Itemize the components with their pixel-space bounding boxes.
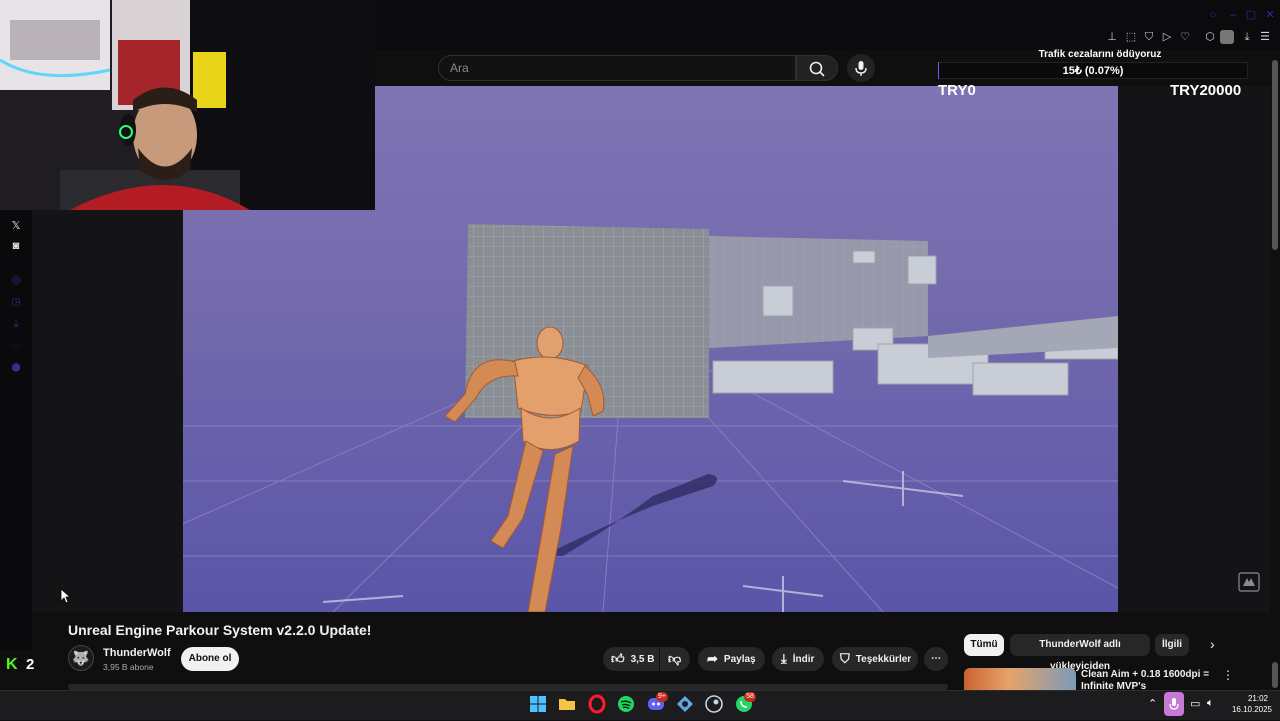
microphone-icon [855, 61, 867, 76]
webcam-overlay [0, 0, 375, 210]
search-icon[interactable]: ○ [1206, 8, 1220, 22]
streamer-camera [0, 0, 375, 210]
search-button[interactable] [796, 55, 838, 81]
share-button[interactable]: ➦ Paylaş [698, 647, 765, 671]
clock-time[interactable]: 21:02 [1238, 694, 1278, 703]
windows-icon[interactable] [528, 694, 548, 714]
more-actions-button[interactable]: ⋯ [924, 647, 948, 671]
scrollbar-lower[interactable] [1272, 662, 1278, 688]
thumbs-down-icon: 👎︎ [668, 651, 682, 666]
screenshot-icon[interactable]: ⬚ [1124, 30, 1138, 44]
folder-icon[interactable] [557, 694, 577, 714]
shield-icon[interactable]: ⛉ [1142, 30, 1156, 44]
app-icon[interactable] [675, 694, 695, 714]
whatsapp-badge: 58 [744, 692, 756, 702]
voice-search-button[interactable] [847, 54, 875, 82]
wolf-icon: 🐺 [72, 650, 90, 666]
steam-icon[interactable] [704, 694, 724, 714]
like-button[interactable]: 👍︎ 3,5 B [603, 647, 659, 671]
chevron-right-icon[interactable]: › [1210, 636, 1215, 652]
goal-min-label: TRY0 [938, 82, 976, 99]
pin-icon[interactable]: ⊥ [1105, 30, 1119, 44]
chip-all[interactable]: Tümü [964, 634, 1004, 656]
download-button[interactable]: ⤓ İndir [772, 647, 824, 671]
search-icon [809, 61, 825, 77]
download-icon[interactable]: ⤓ [1240, 30, 1254, 44]
x-icon[interactable]: 𝕏 [8, 218, 24, 234]
volume-icon[interactable]: 🔈︎ [1207, 697, 1214, 710]
download-label: İndir [792, 654, 815, 665]
discord-icon[interactable]: ◙ [8, 238, 24, 254]
search-input[interactable]: Ara [438, 55, 796, 81]
tray-chevron-icon[interactable]: ⌃ [1148, 697, 1157, 710]
close-icon[interactable]: ✕ [1263, 8, 1277, 22]
heart-icon[interactable]: ♡ [1178, 30, 1192, 44]
chip-uploader[interactable]: ThunderWolf adlı yükleyiciden [1010, 634, 1150, 672]
clock-date[interactable]: 16.10.2025 [1226, 705, 1278, 714]
scrollbar[interactable] [1272, 60, 1278, 250]
video-title: Unreal Engine Parkour System v2.2.0 Upda… [68, 622, 372, 638]
goal-progress-text: 15₺ (0.07%) [1062, 65, 1124, 77]
circle-icon[interactable]: ◎ [8, 272, 24, 288]
kick-viewer-count: 2 [26, 656, 35, 673]
like-count: 3,5 B [630, 654, 655, 665]
opera-icon[interactable] [587, 694, 607, 714]
thanks-label: Teşekkürler [855, 654, 912, 665]
super-thanks-icon: ⛉ [840, 651, 850, 666]
play-icon[interactable]: ▷ [1160, 30, 1174, 44]
chat-icon[interactable]: ◌ [8, 338, 24, 354]
chip-related[interactable]: İlgili [1155, 634, 1189, 656]
cube-icon[interactable]: ⬢ [8, 360, 24, 376]
goal-max-label: TRY20000 [1170, 82, 1242, 99]
share-label: Paylaş [723, 654, 756, 665]
download-icon: ⤓ [781, 651, 787, 666]
microphone-tray-icon[interactable] [1164, 692, 1184, 716]
discord-badge: 9+ [656, 692, 668, 702]
clock-icon[interactable]: ◷ [8, 294, 24, 310]
extensions-icon[interactable]: ⬡ [1203, 30, 1217, 44]
menu-icon[interactable]: ☰ [1258, 30, 1272, 44]
kick-logo: K [6, 656, 18, 673]
avatar-icon[interactable] [1220, 30, 1234, 44]
minimize-icon[interactable]: – [1226, 8, 1240, 22]
goal-title: Trafik cezalarını ödüyoruz [1038, 49, 1162, 60]
mouse-cursor-icon [60, 588, 72, 604]
maximize-icon[interactable]: ▢ [1244, 8, 1258, 22]
spotify-icon[interactable] [616, 694, 636, 714]
subscriber-count: 3,95 B abone [103, 662, 154, 672]
share-icon: ➦ [707, 651, 718, 666]
channel-avatar[interactable]: 🐺 [68, 645, 94, 671]
channel-name[interactable]: ThunderWolf [103, 647, 171, 659]
left-sidebar-rail: 𝕏 ◙ ◎ ◷ ⤓ ◌ ⬢ [0, 210, 32, 650]
download-icon[interactable]: ⤓ [8, 316, 24, 332]
recommended-thumbnail[interactable] [964, 668, 1076, 692]
subscribe-button[interactable]: Abone ol [181, 647, 239, 671]
more-vert-icon[interactable]: ⋮ [1222, 668, 1234, 682]
monitor-icon[interactable]: ▭ [1190, 697, 1200, 710]
channel-watermark-icon[interactable] [1238, 572, 1260, 592]
windows-taskbar [0, 690, 1280, 720]
thumbs-up-icon: 👍︎ [611, 651, 625, 666]
dislike-button[interactable]: 👎︎ [660, 647, 690, 671]
more-icon: ⋯ [931, 653, 941, 664]
thanks-button[interactable]: ⛉ Teşekkürler [832, 647, 918, 671]
